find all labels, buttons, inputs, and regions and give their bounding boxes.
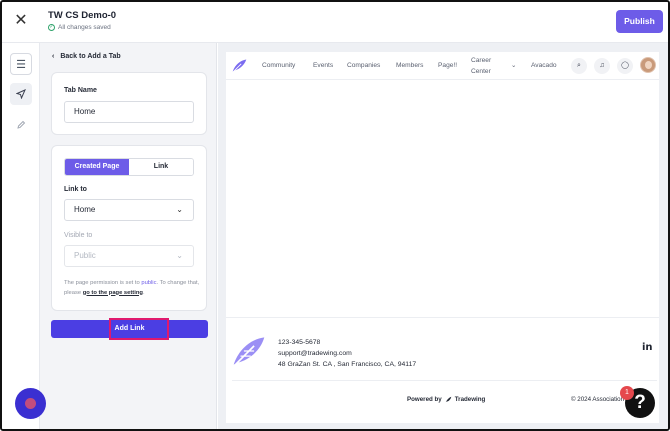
list-icon[interactable]: ☰ bbox=[10, 53, 32, 75]
chat-icon[interactable]: ◯ bbox=[617, 58, 633, 74]
check-circle-icon: ✓ bbox=[48, 24, 55, 31]
nav-members[interactable]: Members bbox=[396, 62, 423, 69]
nav-page[interactable]: Page!! bbox=[438, 62, 457, 69]
tab-name-label: Tab Name bbox=[64, 87, 97, 94]
pencil-icon[interactable] bbox=[10, 114, 32, 136]
tab-created-page[interactable]: Created Page bbox=[65, 159, 129, 175]
nav-events[interactable]: Events bbox=[313, 62, 333, 69]
chevron-down-icon[interactable]: ⌄ bbox=[511, 61, 516, 69]
save-status: ✓ All changes saved bbox=[48, 24, 111, 31]
add-link-button[interactable]: Add Link bbox=[51, 318, 208, 340]
feather-logo-icon bbox=[445, 396, 452, 403]
powered-by: Powered by Tradewing bbox=[407, 396, 485, 403]
publish-button[interactable]: Publish bbox=[616, 10, 663, 33]
nav-companies[interactable]: Companies bbox=[347, 62, 380, 69]
nav-career-center[interactable]: Career Center bbox=[471, 55, 491, 77]
back-link-label: Back to Add a Tab bbox=[60, 53, 121, 60]
avatar[interactable] bbox=[640, 57, 656, 73]
save-status-text: All changes saved bbox=[58, 24, 111, 31]
nav-community[interactable]: Community bbox=[262, 62, 295, 69]
help-text-prefix: The page permission is set to bbox=[64, 280, 142, 286]
site-nav: Community Events Companies Members Page!… bbox=[226, 52, 659, 80]
nav-avacado[interactable]: Avacado bbox=[531, 62, 557, 69]
chevron-down-icon: ⌄ bbox=[176, 205, 183, 214]
tab-settings-panel: ‹ Back to Add a Tab Tab Name Home Created… bbox=[40, 43, 217, 429]
assistant-fab[interactable] bbox=[15, 388, 46, 419]
help-text-end: . bbox=[142, 289, 145, 296]
close-icon[interactable]: ✕ bbox=[14, 13, 28, 29]
feather-logo-icon bbox=[232, 59, 247, 73]
bell-icon[interactable]: ♫ bbox=[594, 58, 610, 74]
site-footer: 123-345-5678 support@tradewing.com 48 Gr… bbox=[226, 317, 659, 423]
link-to-select[interactable]: Home ⌄ bbox=[64, 199, 194, 221]
powered-by-brand: Tradewing bbox=[454, 396, 486, 403]
chevron-down-icon: ⌄ bbox=[176, 251, 183, 260]
link-type-toggle: Created Page Link bbox=[64, 158, 194, 176]
footer-divider bbox=[232, 380, 657, 381]
navigation-icon[interactable] bbox=[10, 83, 32, 105]
tab-link[interactable]: Link bbox=[129, 159, 193, 175]
highlight-box bbox=[109, 318, 169, 340]
permission-help-text: The page permission is set to public. To… bbox=[64, 279, 200, 298]
help-permission: public bbox=[141, 280, 157, 286]
link-to-label: Link to bbox=[64, 186, 87, 193]
footer-phone: 123-345-5678 bbox=[278, 339, 321, 346]
visible-to-value: Public bbox=[74, 251, 96, 260]
top-bar: ✕ TW CS Demo-0 ✓ All changes saved Publi… bbox=[2, 2, 668, 43]
app-window: ✕ TW CS Demo-0 ✓ All changes saved Publi… bbox=[0, 0, 670, 431]
visible-to-label: Visible to bbox=[64, 232, 93, 239]
footer-email[interactable]: support@tradewing.com bbox=[278, 350, 352, 357]
visible-to-select: Public ⌄ bbox=[64, 245, 194, 267]
page-setting-link[interactable]: go to the page setting bbox=[83, 290, 143, 296]
powered-by-label: Powered by bbox=[407, 396, 442, 403]
notification-badge: 1 bbox=[620, 386, 634, 400]
nav-career-line2: Center bbox=[471, 68, 491, 75]
linkedin-icon[interactable]: in bbox=[642, 342, 653, 353]
footer-address: 48 GraZan St. CA , San Francisco, CA, 94… bbox=[278, 361, 417, 368]
document-title: TW CS Demo-0 bbox=[48, 10, 117, 21]
tab-name-input[interactable]: Home bbox=[64, 101, 194, 123]
search-icon[interactable]: ⌕ bbox=[571, 58, 587, 74]
copyright: © 2024 Association bbox=[571, 396, 625, 403]
link-to-value: Home bbox=[74, 205, 96, 214]
link-settings-card: Created Page Link Link to Home ⌄ Visible… bbox=[51, 145, 207, 311]
chevron-left-icon: ‹ bbox=[52, 53, 55, 60]
feather-logo-icon bbox=[233, 337, 265, 367]
back-link[interactable]: ‹ Back to Add a Tab bbox=[52, 53, 121, 60]
tab-name-card: Tab Name Home bbox=[51, 72, 207, 135]
page-preview: Community Events Companies Members Page!… bbox=[218, 43, 668, 429]
nav-career-line1: Career bbox=[471, 57, 492, 64]
site-preview: Community Events Companies Members Page!… bbox=[226, 52, 659, 423]
left-rail: ☰ bbox=[2, 43, 40, 429]
